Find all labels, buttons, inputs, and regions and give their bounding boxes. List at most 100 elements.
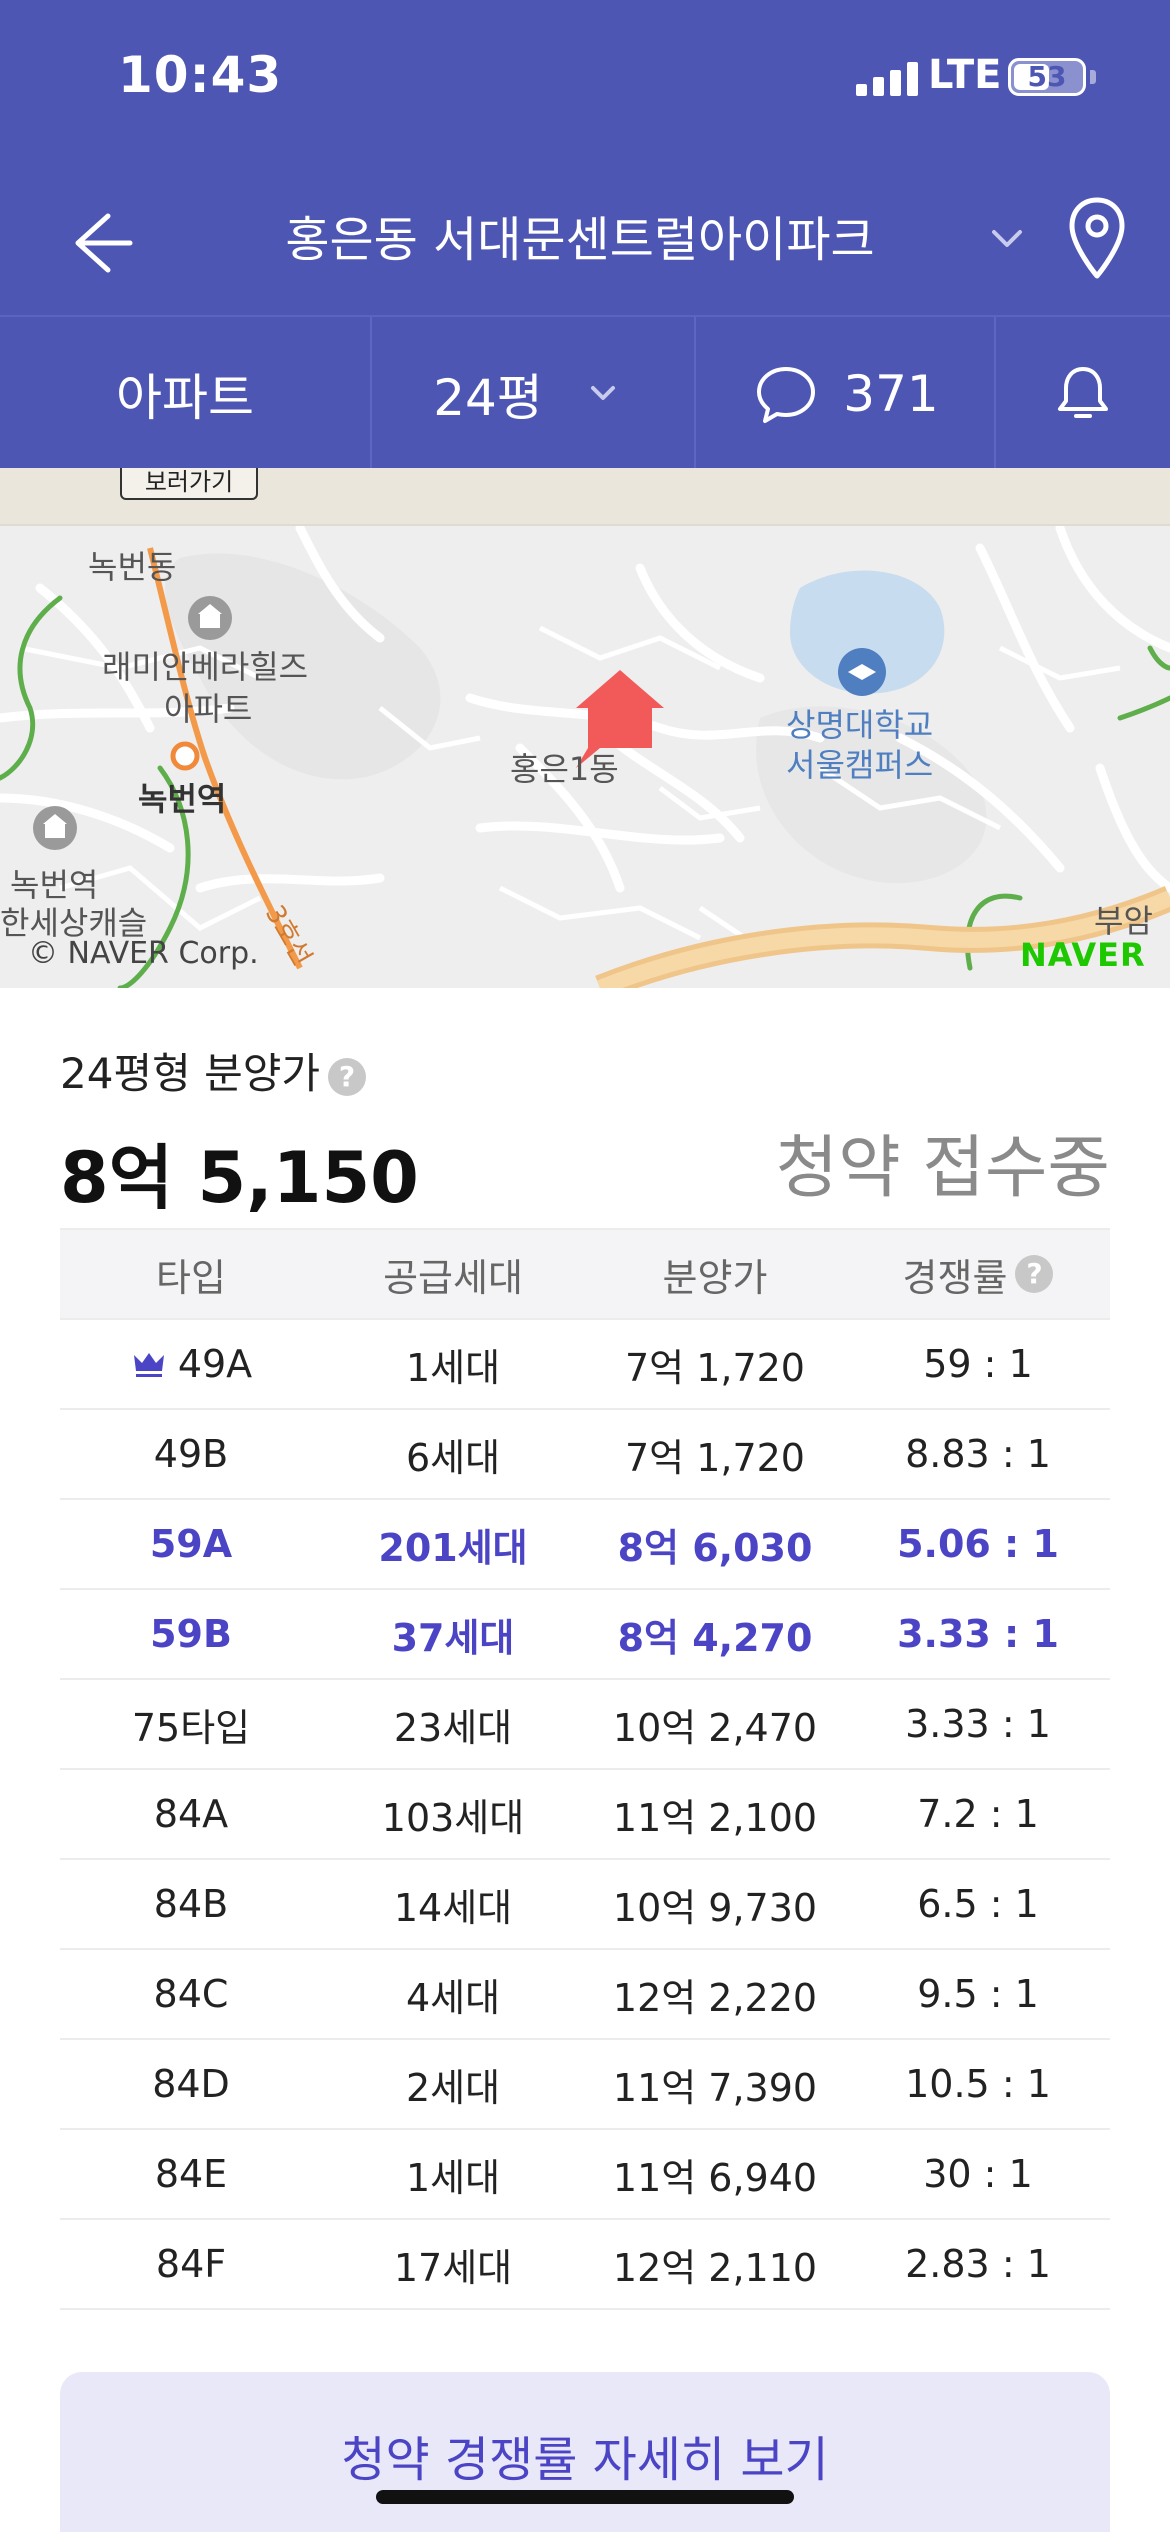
cell-supply: 1세대 <box>405 1345 501 1390</box>
cell-rate: 8.83 : 1 <box>905 1432 1051 1476</box>
table-row: 49A 1세대 7억 1,720 59 : 1 <box>60 1320 1110 1410</box>
cell-rate: 9.5 : 1 <box>917 1972 1039 2016</box>
ad-strip: 보러가기 <box>0 468 1170 526</box>
map-label: 홍은1동 <box>510 750 619 788</box>
comment-count: 371 <box>843 364 939 423</box>
table-row: 84D 2세대 11억 7,390 10.5 : 1 <box>60 2040 1110 2130</box>
cell-supply: 2세대 <box>405 2065 501 2110</box>
table-row: 84A 103세대 11억 2,100 7.2 : 1 <box>60 1770 1110 1860</box>
network-type: LTE <box>928 52 1002 98</box>
location-pin-button[interactable] <box>1060 188 1134 288</box>
signal-icon <box>856 62 918 96</box>
tab-size-label: 24평 <box>433 368 543 427</box>
home-indicator <box>376 2490 794 2504</box>
cell-price: 8억 4,270 <box>617 1615 813 1660</box>
cell-price: 11억 7,390 <box>612 2065 818 2110</box>
tab-property-type[interactable]: 아파트 <box>0 317 370 470</box>
header-rate-label: 경쟁률 <box>902 1255 1008 1300</box>
cell-rate: 59 : 1 <box>923 1342 1033 1386</box>
complex-title[interactable]: 홍은동 서대문센트럴아이파크 <box>240 200 920 270</box>
cell-supply: 6세대 <box>405 1435 501 1480</box>
cell-type-label: 49A <box>177 1342 253 1386</box>
tab-size-select[interactable]: 24평 <box>372 317 694 470</box>
cell-type: 84B <box>153 1882 229 1926</box>
cell-price: 8억 6,030 <box>617 1525 813 1570</box>
cell-price: 10억 2,470 <box>612 1705 818 1750</box>
help-icon[interactable]: ? <box>1015 1255 1054 1293</box>
cell-rate: 5.06 : 1 <box>897 1522 1059 1566</box>
battery-percent: 53 <box>1027 60 1067 93</box>
cell-type: 59A <box>149 1522 233 1566</box>
cell-supply: 14세대 <box>393 1885 513 1930</box>
cell-type: 84D <box>152 2062 230 2106</box>
cell-price: 7억 1,720 <box>624 1345 805 1390</box>
cell-supply: 201세대 <box>378 1525 528 1570</box>
cell-rate: 7.2 : 1 <box>917 1792 1039 1836</box>
table-row-highlighted: 59A 201세대 8억 6,030 5.06 : 1 <box>60 1500 1110 1590</box>
header-type: 타입 <box>156 1255 226 1300</box>
supply-table: 타입 공급세대 분양가 경쟁률? 49A 1세대 7억 1,720 59 : 1… <box>60 1228 1110 2310</box>
naver-logo: NAVER <box>1020 936 1146 974</box>
table-row: 84F 17세대 12억 2,110 2.83 : 1 <box>60 2220 1110 2310</box>
map-label: 녹번동 <box>88 548 177 586</box>
cell-supply: 17세대 <box>393 2245 513 2290</box>
tab-comments[interactable]: 371 <box>696 317 994 470</box>
cell-supply: 103세대 <box>381 1795 525 1840</box>
table-row-highlighted: 59B 37세대 8억 4,270 3.33 : 1 <box>60 1590 1110 1680</box>
cell-type: 84F <box>155 2242 227 2286</box>
cell-rate: 6.5 : 1 <box>917 1882 1039 1926</box>
cell-rate: 10.5 : 1 <box>905 2062 1051 2106</box>
location-pin-icon <box>1069 197 1125 279</box>
location-map[interactable]: 보러가기 녹번동 래미안베라힐즈 아파트 녹번역 홍은1동 상명대학교 서울캠퍼… <box>0 468 1170 988</box>
cell-supply: 23세대 <box>393 1705 513 1750</box>
cell-price: 11억 6,940 <box>612 2155 818 2200</box>
app-header: 홍은동 서대문센트럴아이파크 <box>0 170 1170 315</box>
cell-price: 12억 2,110 <box>612 2245 818 2290</box>
map-label: 녹번역 <box>138 780 227 818</box>
cell-type: 84C <box>153 1972 229 2016</box>
cell-type: 84A <box>153 1792 229 1836</box>
chevron-down-icon[interactable] <box>982 218 1032 258</box>
price-label-row: 24평형 분양가? <box>60 1040 366 1101</box>
map-label: 서울캠퍼스 <box>786 746 934 784</box>
cell-supply: 1세대 <box>405 2155 501 2200</box>
competition-detail-button[interactable]: 청약 경쟁률 자세히 보기 <box>60 2372 1110 2532</box>
header-supply: 공급세대 <box>383 1255 523 1300</box>
cell-type: 49B <box>153 1432 229 1476</box>
filter-tab-bar: 아파트 24평 371 <box>0 315 1170 470</box>
header-rate: 경쟁률? <box>846 1230 1110 1318</box>
cell-price: 10억 9,730 <box>612 1885 818 1930</box>
header-price: 분양가 <box>662 1255 768 1300</box>
back-button[interactable] <box>60 198 150 288</box>
map-credit: © NAVER Corp. <box>28 936 259 971</box>
table-row: 84E 1세대 11억 6,940 30 : 1 <box>60 2130 1110 2220</box>
crown-icon <box>133 1353 164 1377</box>
cell-price: 11억 2,100 <box>612 1795 818 1840</box>
chevron-down-icon <box>590 385 615 400</box>
cell-rate: 3.33 : 1 <box>897 1612 1059 1656</box>
cell-rate: 3.33 : 1 <box>905 1702 1051 1746</box>
cell-rate: 30 : 1 <box>923 2152 1033 2196</box>
table-row: 49B 6세대 7억 1,720 8.83 : 1 <box>60 1410 1110 1500</box>
cell-price: 12억 2,220 <box>612 1975 818 2020</box>
cell-type: 75타입 <box>131 1705 251 1750</box>
status-time: 10:43 <box>118 46 283 104</box>
battery-icon: 53 <box>1008 58 1086 96</box>
map-label: 아파트 <box>164 690 253 728</box>
cell-type: 59B <box>150 1612 232 1656</box>
back-arrow-icon <box>75 213 133 273</box>
price-value: 8억 5,150 <box>60 1137 419 1219</box>
notification-button[interactable] <box>996 317 1170 470</box>
ad-view-button[interactable]: 보러가기 <box>120 468 258 500</box>
help-icon[interactable]: ? <box>328 1057 366 1096</box>
cell-type: 49A <box>60 1320 322 1408</box>
table-header: 타입 공급세대 분양가 경쟁률? <box>60 1228 1110 1320</box>
cell-type: 84E <box>154 2152 228 2196</box>
subscription-status: 청약 접수중 <box>775 1129 1110 1208</box>
battery-cap <box>1090 70 1096 84</box>
table-row: 75타입 23세대 10억 2,470 3.33 : 1 <box>60 1680 1110 1770</box>
tab-property-type-label: 아파트 <box>116 368 254 427</box>
cell-rate: 2.83 : 1 <box>905 2242 1051 2286</box>
price-label: 24평형 분양가 <box>60 1049 320 1098</box>
table-row: 84C 4세대 12억 2,220 9.5 : 1 <box>60 1950 1110 2040</box>
